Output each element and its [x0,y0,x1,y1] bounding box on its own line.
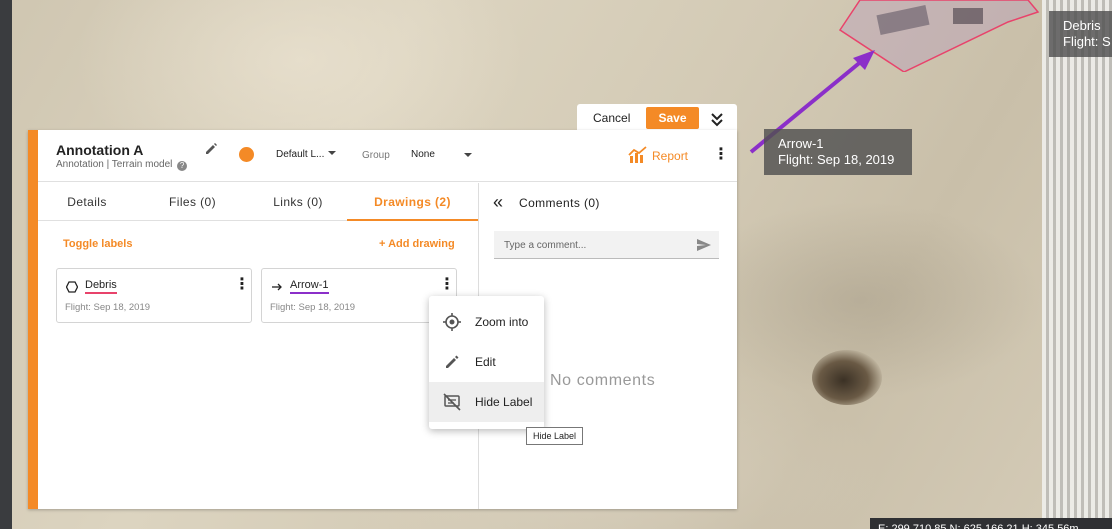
pencil-icon [446,355,459,368]
annotation-subtitle: Annotation | Terrain model ? [56,159,188,171]
more-options-icon[interactable] [710,148,729,162]
tab-drawings[interactable]: Drawings (2) [347,183,478,221]
save-button[interactable]: Save [646,107,699,129]
annotation-panel: Annotation A Annotation | Terrain model … [28,130,737,509]
menu-item-label: Edit [475,355,496,369]
drawing-options-icon[interactable] [436,278,455,292]
tab-links[interactable]: Links (0) [249,183,347,221]
drawing-flight: Flight: Sep 18, 2019 [65,302,151,313]
layer-select[interactable]: Default L... [276,149,337,160]
send-icon[interactable] [697,239,711,251]
collapse-left-icon[interactable]: « [493,193,503,211]
tab-details[interactable]: Details [38,183,136,221]
tab-bar: Details Files (0) Links (0) Drawings (2) [38,183,478,221]
cancel-button[interactable]: Cancel [587,108,636,128]
annotation-color-picker[interactable] [239,147,254,162]
drawing-flight: Flight: Sep 18, 2019 [270,302,356,313]
drawing-context-menu: Zoom into Edit Hide Label [429,296,544,429]
add-drawing-button[interactable]: + Add drawing [379,238,455,250]
drawing-options-icon[interactable] [231,278,250,292]
edit-title-icon[interactable] [204,142,218,156]
map-label-debris: Debris Flight: S [1049,11,1112,57]
annotation-title: Annotation A [56,142,144,158]
comments-title: Comments (0) [519,196,600,210]
target-icon [443,313,461,331]
hexagon-icon [66,281,78,293]
report-button[interactable]: Report [628,146,688,164]
tooltip: Hide Label [526,427,584,445]
group-label: Group [362,150,390,161]
map-label-name: Debris [1063,18,1101,33]
toggle-labels-button[interactable]: Toggle labels [63,238,132,250]
group-select[interactable]: None [411,149,473,160]
arrow-right-icon [272,283,282,291]
map-label-arrow-1: Arrow-1 Flight: Sep 18, 2019 [764,129,912,175]
map-crater [812,350,882,405]
menu-item-zoom-into[interactable]: Zoom into [429,302,544,342]
drawing-card-arrow-1[interactable]: Arrow-1 Flight: Sep 18, 2019 [261,268,457,323]
drawing-name[interactable]: Arrow-1 [290,279,329,294]
annotation-subtitle-text: Annotation | Terrain model [56,159,173,170]
comment-box [494,231,719,259]
menu-item-edit[interactable]: Edit [429,342,544,382]
coordinates-readout: E: 299,710.85 N: 625,166.21 H: 345.56m [870,518,1112,529]
tab-files[interactable]: Files (0) [136,183,249,221]
menu-item-label: Zoom into [475,315,529,329]
action-bar: Cancel Save [577,104,737,132]
hide-label-icon [443,393,461,411]
comments-header: « Comments (0) [479,183,737,221]
drawing-card-debris[interactable]: Debris Flight: Sep 18, 2019 [56,268,252,323]
layer-select-value: Default L... [276,149,325,160]
map-label-flight: Flight: Sep 18, 2019 [778,152,895,167]
map-left-strip [0,0,12,529]
chart-icon [628,146,647,163]
map-label-flight: Flight: S [1063,34,1111,49]
comment-input[interactable] [494,231,689,259]
map-road [1042,0,1112,529]
menu-item-label: Hide Label [475,395,533,409]
chevron-down-icon [464,153,472,157]
collapse-icon[interactable] [708,110,726,128]
menu-item-hide-label[interactable]: Hide Label [429,382,544,422]
map-label-name: Arrow-1 [778,136,824,151]
group-select-value: None [411,149,435,160]
panel-header: Annotation A Annotation | Terrain model … [38,130,737,182]
drawing-name[interactable]: Debris [85,279,117,294]
report-label: Report [652,149,689,163]
help-icon[interactable]: ? [177,161,188,171]
no-comments-text: No comments [550,372,656,389]
chevron-down-icon [328,151,337,155]
